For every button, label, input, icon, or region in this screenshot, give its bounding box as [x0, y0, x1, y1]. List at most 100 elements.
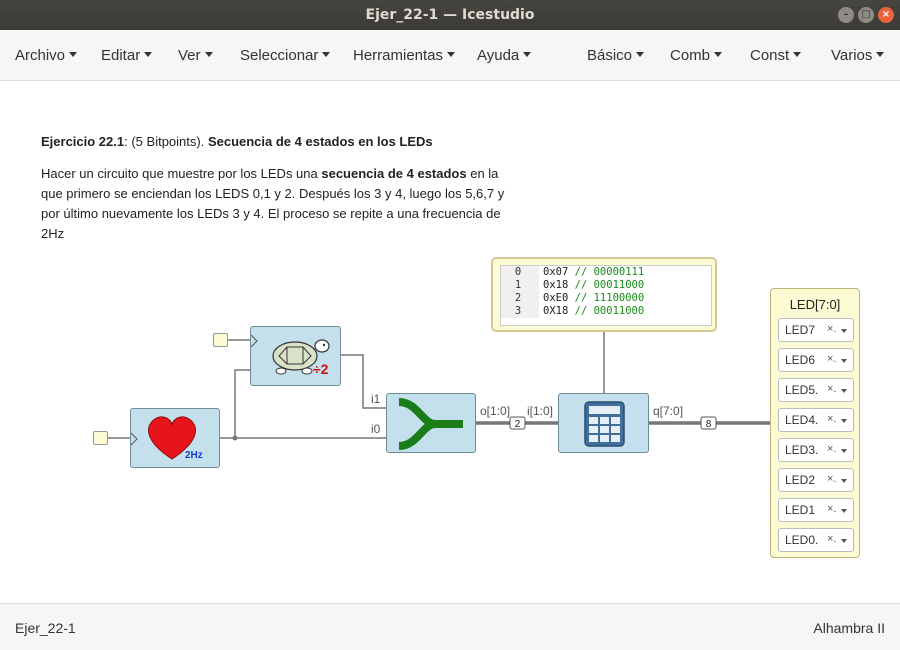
frequency-label: 2Hz: [185, 450, 203, 461]
led-pin-select[interactable]: LED7 ×.: [778, 318, 854, 342]
clear-icon[interactable]: ×.: [827, 383, 836, 395]
menu-basico[interactable]: Básico: [587, 47, 645, 64]
chevron-down-icon[interactable]: [841, 479, 847, 483]
menu-label: Archivo: [15, 47, 66, 64]
maximize-button[interactable]: □: [858, 7, 874, 23]
menu-label: Básico: [587, 47, 633, 64]
chevron-down-icon[interactable]: [841, 449, 847, 453]
memory-comment: 11100000: [593, 292, 645, 304]
design-canvas[interactable]: Ejercicio 22.1: (5 Bitpoints). Secuencia…: [0, 81, 900, 603]
pin-label: LED0.: [785, 533, 819, 547]
clear-icon[interactable]: ×.: [827, 503, 836, 515]
caret-down-icon: [204, 52, 213, 57]
table-icon: [584, 401, 625, 447]
led-pin-select[interactable]: LED4. ×.: [778, 408, 854, 432]
memory-editor[interactable]: 0 0x07 // 00000111 1 0x18 // 00011000 2 0xE…: [500, 265, 712, 326]
memory-row: 0 0x07 // 00000111: [501, 266, 711, 279]
led-pin-select[interactable]: LED1 ×.: [778, 498, 854, 522]
wires-layer: 2 8 i1 i0 o[1:0] i[1:0] q[7:0]: [108, 332, 770, 441]
wire: [234, 369, 251, 438]
input-port[interactable]: [93, 431, 108, 445]
menu-const[interactable]: Const: [750, 47, 802, 64]
divider-label: ÷2: [313, 361, 329, 377]
wire-junction: [232, 435, 238, 441]
menu-ayuda[interactable]: Ayuda: [477, 47, 532, 64]
menu-seleccionar[interactable]: Seleccionar: [240, 47, 331, 64]
chevron-down-icon[interactable]: [841, 419, 847, 423]
memory-row: 3 0X18 // 00011000: [501, 305, 711, 318]
led-pin-select[interactable]: LED0. ×.: [778, 528, 854, 552]
caret-down-icon: [447, 52, 456, 57]
line-number: 3: [501, 305, 539, 318]
bus-width-label: 2: [515, 419, 521, 430]
rom-input-label: i[1:0]: [527, 404, 553, 418]
comment-slashes: //: [574, 279, 588, 291]
menu-editar[interactable]: Editar: [101, 47, 153, 64]
chevron-down-icon[interactable]: [841, 539, 847, 543]
input-port[interactable]: [213, 333, 228, 347]
led-pin-select[interactable]: LED2 ×.: [778, 468, 854, 492]
menu-label: Ver: [178, 47, 201, 64]
menu-varios[interactable]: Varios: [831, 47, 885, 64]
clear-icon[interactable]: ×.: [827, 413, 836, 425]
led-pin-select[interactable]: LED3. ×.: [778, 438, 854, 462]
comment-slashes: //: [574, 305, 588, 317]
memory-row: 2 0xE0 // 11100000: [501, 292, 711, 305]
led-pin-select[interactable]: LED5. ×.: [778, 378, 854, 402]
memory-row: 1 0x18 // 00011000: [501, 279, 711, 292]
line-number: 2: [501, 292, 539, 305]
memory-value: 0xE0: [543, 292, 569, 304]
heart-icon: 2Hz: [131, 416, 203, 461]
caret-down-icon: [523, 52, 532, 57]
clear-icon[interactable]: ×.: [827, 473, 836, 485]
menu-comb[interactable]: Comb: [670, 47, 723, 64]
memory-value: 0X18: [543, 305, 569, 317]
chevron-down-icon[interactable]: [841, 329, 847, 333]
mux-output-label: o[1:0]: [480, 404, 510, 418]
merge-icon: [398, 398, 463, 450]
menu-herramientas[interactable]: Herramientas: [353, 47, 456, 64]
led-output-title: LED[7:0]: [789, 297, 841, 312]
minimize-button[interactable]: –: [838, 7, 854, 23]
clear-icon[interactable]: ×.: [827, 533, 836, 545]
menu-ver[interactable]: Ver: [178, 47, 213, 64]
rom-block[interactable]: [558, 393, 649, 453]
mux-input-label-i0: i0: [371, 422, 381, 436]
caret-down-icon: [714, 52, 723, 57]
menu-archivo[interactable]: Archivo: [15, 47, 78, 64]
comment-slashes: //: [574, 292, 588, 304]
led-output-block[interactable]: LED[7:0] LED7 ×. LED6 ×. LED5. ×. LED4. ×. L…: [770, 288, 860, 558]
close-button[interactable]: ×: [878, 7, 894, 23]
caret-down-icon: [144, 52, 153, 57]
memory-value: 0x07: [543, 266, 569, 278]
heartbeat-block[interactable]: 2Hz: [130, 408, 220, 468]
menubar: Archivo Editar Ver Seleccionar Herramien…: [0, 30, 900, 81]
window-title: Ejer_22-1 — Icestudio: [365, 7, 535, 23]
clear-icon[interactable]: ×.: [827, 443, 836, 455]
caret-down-icon: [793, 52, 802, 57]
menu-label: Editar: [101, 47, 141, 64]
clear-icon[interactable]: ×.: [827, 323, 836, 335]
caret-down-icon: [69, 52, 78, 57]
menu-label: Const: [750, 47, 790, 64]
pin-label: LED5.: [785, 383, 819, 397]
menu-label: Varios: [831, 47, 873, 64]
chevron-down-icon[interactable]: [841, 509, 847, 513]
memory-block[interactable]: 0 0x07 // 00000111 1 0x18 // 00011000 2 0xE…: [491, 257, 717, 332]
turtle-icon: ÷2: [251, 334, 330, 377]
board-name[interactable]: Alhambra II: [813, 620, 885, 636]
line-number: 1: [501, 279, 539, 292]
led-pin-select[interactable]: LED6 ×.: [778, 348, 854, 372]
mux-block[interactable]: [386, 393, 476, 453]
chevron-down-icon[interactable]: [841, 359, 847, 363]
memory-comment: 00011000: [593, 279, 645, 291]
menu-label: Comb: [670, 47, 711, 64]
pin-label: LED1: [785, 503, 816, 517]
memory-value: 0x18: [543, 279, 569, 291]
clear-icon[interactable]: ×.: [827, 353, 836, 365]
chevron-down-icon[interactable]: [841, 389, 847, 393]
rom-output-label: q[7:0]: [653, 404, 683, 418]
divider-block[interactable]: ÷2: [250, 326, 341, 386]
bus-width-label: 8: [706, 419, 712, 430]
mux-input-label-i1: i1: [371, 392, 381, 406]
